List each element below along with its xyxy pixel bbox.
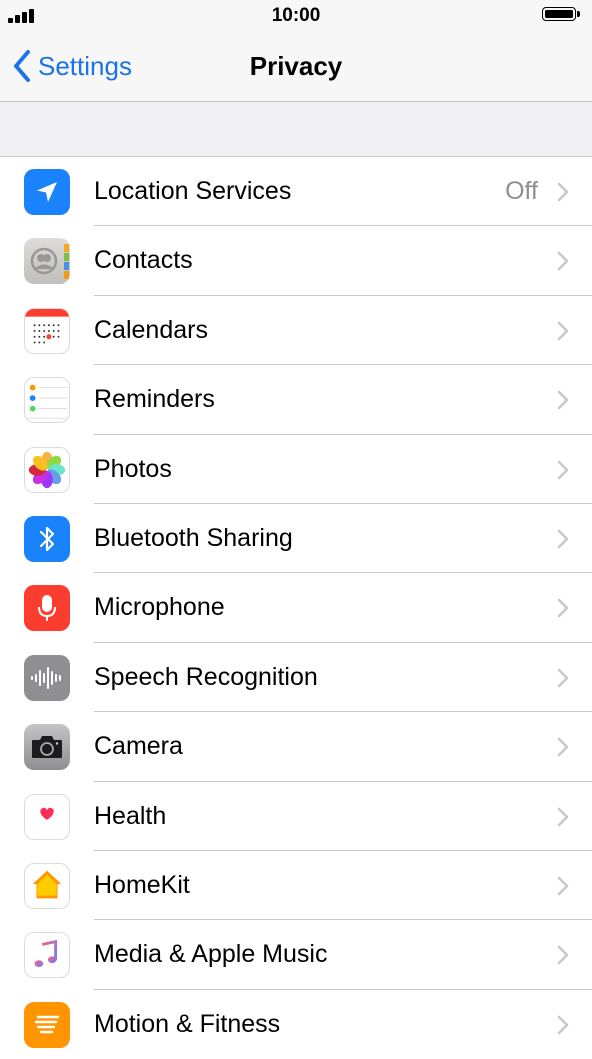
- chevron-right-icon: [557, 460, 569, 479]
- status-time: 10:00: [271, 5, 321, 26]
- motion-fitness-icon: [24, 1001, 70, 1048]
- row-label: Reminders: [94, 385, 215, 414]
- photos-icon: [24, 446, 70, 493]
- chevron-right-icon: [557, 1015, 569, 1034]
- privacy-list: Location Services Off Contacts Calendars…: [0, 156, 592, 1059]
- camera-icon: [24, 724, 70, 771]
- chevron-right-icon: [557, 946, 569, 965]
- row-label: Contacts: [94, 246, 193, 275]
- location-icon: [24, 169, 70, 215]
- music-icon: [24, 932, 70, 979]
- chevron-right-icon: [557, 807, 569, 826]
- row-microphone[interactable]: Microphone: [0, 573, 592, 643]
- bluetooth-icon: [24, 515, 70, 562]
- chevron-right-icon: [557, 599, 569, 618]
- row-value: Off: [505, 177, 538, 205]
- chevron-right-icon: [557, 668, 569, 687]
- homekit-icon: [24, 862, 70, 909]
- battery-icon: [542, 7, 582, 23]
- row-label: Microphone: [94, 593, 225, 622]
- row-label: Photos: [94, 454, 172, 483]
- row-bluetooth-sharing[interactable]: Bluetooth Sharing: [0, 504, 592, 574]
- chevron-right-icon: [557, 529, 569, 549]
- row-label: Bluetooth Sharing: [94, 523, 293, 552]
- chevron-right-icon: [557, 876, 569, 896]
- row-label: Health: [94, 801, 167, 830]
- chevron-right-icon: [557, 182, 569, 202]
- row-speech-recognition[interactable]: Speech Recognition: [0, 643, 592, 713]
- row-label: Media & Apple Music: [94, 940, 328, 969]
- page-title: Privacy: [249, 51, 343, 81]
- status-bar: 10:00: [0, 0, 592, 32]
- reminders-icon: [24, 377, 70, 424]
- chevron-right-icon: [557, 321, 569, 341]
- row-calendars[interactable]: Calendars: [0, 296, 592, 366]
- row-homekit[interactable]: HomeKit: [0, 851, 592, 921]
- row-label: Camera: [94, 732, 183, 761]
- calendar-icon: [24, 307, 70, 354]
- row-label: Speech Recognition: [94, 662, 318, 691]
- contacts-icon: [24, 238, 70, 285]
- row-contacts[interactable]: Contacts: [0, 226, 592, 296]
- row-health[interactable]: Health: [0, 782, 592, 851]
- health-icon: [24, 793, 70, 840]
- row-label: HomeKit: [94, 870, 190, 899]
- speech-recognition-icon: [24, 654, 70, 701]
- microphone-icon: [24, 585, 70, 632]
- chevron-right-icon: [557, 252, 569, 271]
- chevron-right-icon: [557, 737, 569, 757]
- row-media-apple-music[interactable]: Media & Apple Music: [0, 920, 592, 990]
- row-location-services[interactable]: Location Services Off: [0, 157, 592, 227]
- row-motion-fitness[interactable]: Motion & Fitness: [0, 990, 592, 1059]
- row-photos[interactable]: Photos: [0, 435, 592, 504]
- row-camera[interactable]: Camera: [0, 712, 592, 782]
- chevron-right-icon: [557, 390, 569, 410]
- row-label: Location Services: [94, 177, 292, 205]
- row-reminders[interactable]: Reminders: [0, 365, 592, 435]
- navigation-bar: Settings Privacy: [0, 32, 592, 102]
- row-label: Calendars: [94, 315, 208, 344]
- row-label: Motion & Fitness: [94, 1009, 281, 1038]
